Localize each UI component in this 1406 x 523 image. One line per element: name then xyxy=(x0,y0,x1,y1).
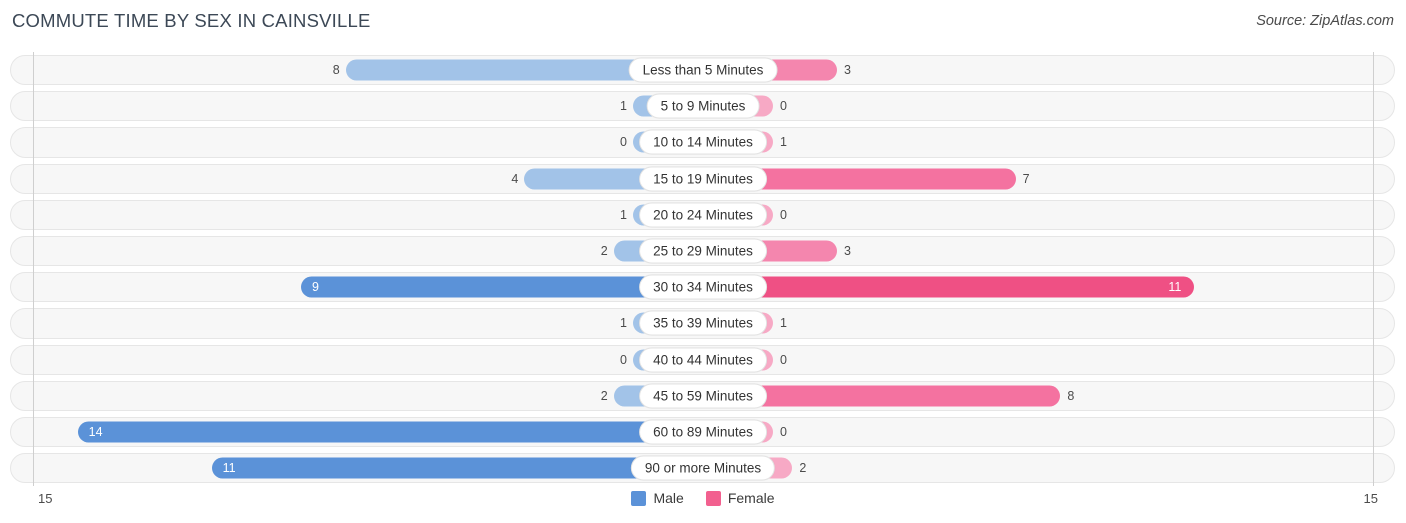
bar-row: 1 0 20 to 24 Minutes xyxy=(0,197,1406,233)
legend-label: Male xyxy=(653,490,684,506)
bar-row: 8 3 Less than 5 Minutes xyxy=(0,52,1406,88)
bar-value-female: 3 xyxy=(844,63,851,78)
bar-value-female: 7 xyxy=(1022,171,1030,186)
axis-line-right xyxy=(1373,52,1374,486)
bar-male[interactable] xyxy=(211,457,703,479)
bar-row: 0 1 10 to 14 Minutes xyxy=(0,124,1406,160)
category-label: 25 to 29 Minutes xyxy=(639,238,767,264)
legend-label: Female xyxy=(727,490,775,506)
chart-page: COMMUTE TIME BY SEX IN CAINSVILLE Source… xyxy=(0,0,1406,523)
bar-value-female: 1 xyxy=(780,135,787,150)
bar-value-female: 2 xyxy=(799,461,807,476)
bar-value-female: 0 xyxy=(780,352,787,367)
bar-value-female: 0 xyxy=(780,424,787,439)
bar-value-male: 14 xyxy=(88,424,103,439)
bar-row: 0 0 40 to 44 Minutes xyxy=(0,342,1406,378)
category-label: 15 to 19 Minutes xyxy=(639,166,767,192)
legend-swatch-icon xyxy=(631,490,647,506)
bar-value-male: 4 xyxy=(511,171,519,186)
category-label: 35 to 39 Minutes xyxy=(639,310,767,336)
bar-row: 1 0 5 to 9 Minutes xyxy=(0,88,1406,124)
bar-row: 4 7 15 to 19 Minutes xyxy=(0,161,1406,197)
bar-male[interactable] xyxy=(77,421,703,443)
legend-item[interactable]: Female xyxy=(705,490,775,506)
bar-value-male: 11 xyxy=(222,461,236,476)
page-title: COMMUTE TIME BY SEX IN CAINSVILLE xyxy=(12,10,371,31)
category-label: 60 to 89 Minutes xyxy=(639,419,767,445)
category-label: 10 to 14 Minutes xyxy=(639,129,767,155)
bar-value-male: 9 xyxy=(312,280,319,295)
category-label: 5 to 9 Minutes xyxy=(646,93,760,119)
category-label: 40 to 44 Minutes xyxy=(639,347,767,373)
bar-female[interactable] xyxy=(703,276,1195,298)
bar-value-male: 2 xyxy=(600,244,608,259)
axis-line-left xyxy=(33,52,34,486)
bar-value-female: 1 xyxy=(780,316,787,331)
bar-row: 2 3 25 to 29 Minutes xyxy=(0,233,1406,269)
category-label: Less than 5 Minutes xyxy=(628,57,778,83)
bar-row: 14 0 60 to 89 Minutes xyxy=(0,414,1406,450)
plot-area: 8 3 Less than 5 Minutes 1 0 5 to 9 Minutes 0 1 1… xyxy=(0,52,1406,486)
legend: Male Female xyxy=(0,490,1406,506)
category-label: 20 to 24 Minutes xyxy=(639,202,767,228)
bar-value-female: 0 xyxy=(780,207,787,222)
bar-value-male: 8 xyxy=(332,63,340,78)
bar-row: 9 11 30 to 34 Minutes xyxy=(0,269,1406,305)
bar-value-male: 1 xyxy=(620,316,627,331)
legend-swatch-icon xyxy=(705,490,721,506)
bar-value-male: 0 xyxy=(620,135,627,150)
chart-footer: 15 15 Male Female xyxy=(0,486,1406,523)
bar-value-female: 11 xyxy=(1168,280,1182,295)
bar-value-female: 8 xyxy=(1067,388,1075,403)
bar-value-male: 2 xyxy=(600,388,608,403)
bar-value-female: 3 xyxy=(844,244,851,259)
bar-row: 1 1 35 to 39 Minutes xyxy=(0,305,1406,341)
bar-row: 11 2 90 or more Minutes xyxy=(0,450,1406,486)
bar-value-male: 0 xyxy=(620,352,627,367)
bar-value-female: 0 xyxy=(780,99,787,114)
bar-value-male: 1 xyxy=(620,207,627,222)
source-attribution: Source: ZipAtlas.com xyxy=(1256,13,1394,29)
category-label: 45 to 59 Minutes xyxy=(639,383,767,409)
category-label: 30 to 34 Minutes xyxy=(639,274,767,300)
bar-row: 2 8 45 to 59 Minutes xyxy=(0,378,1406,414)
bar-rows: 8 3 Less than 5 Minutes 1 0 5 to 9 Minutes 0 1 1… xyxy=(0,52,1406,486)
legend-item[interactable]: Male xyxy=(631,490,684,506)
bar-value-male: 1 xyxy=(620,99,627,114)
category-label: 90 or more Minutes xyxy=(630,455,776,481)
